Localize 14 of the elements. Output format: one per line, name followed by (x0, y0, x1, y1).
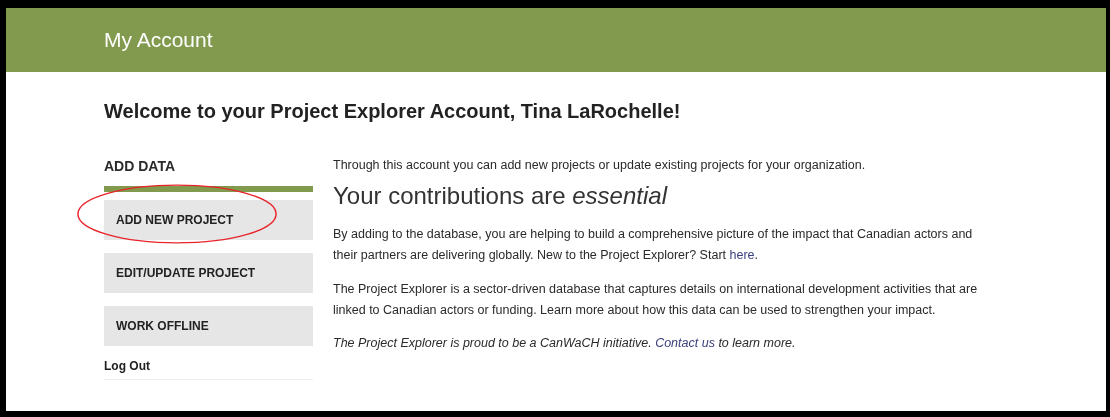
paragraph: The Project Explorer is a sector-driven database that captures details on international development activities that are linked to Canadian actors or funding. Learn more about how this data can be used to strengthen your impact. (333, 280, 979, 319)
page-title: My Account (104, 28, 213, 52)
welcome-heading: Welcome to your Project Explorer Account, Tina LaRochelle! (104, 100, 682, 123)
paragraph: The Project Explorer is proud to be a CanWaCH initiative. Contact us to learn more. (333, 335, 797, 352)
section-heading: Your contributions are essential (333, 182, 669, 210)
sidebar-button[interactable]: ADD NEW PROJECT (104, 200, 313, 240)
sidebar-button[interactable]: WORK OFFLINE (104, 306, 313, 346)
text-link[interactable]: here (729, 248, 755, 263)
text-link[interactable]: Contact us (655, 336, 715, 350)
sidebar-button[interactable]: EDIT/UPDATE PROJECT (104, 253, 313, 293)
intro-text: Through this account you can add new projects or update existing projects for your organization. (333, 158, 867, 172)
section-heading: ADD DATA (104, 158, 177, 176)
paragraph: By adding to the database, you are helping to build a comprehensive picture of the impact that Canadian actors and their partners are delivering globally. New to the Project Explorer? Start here. (333, 226, 974, 265)
logout-link[interactable]: Log Out (104, 359, 313, 373)
